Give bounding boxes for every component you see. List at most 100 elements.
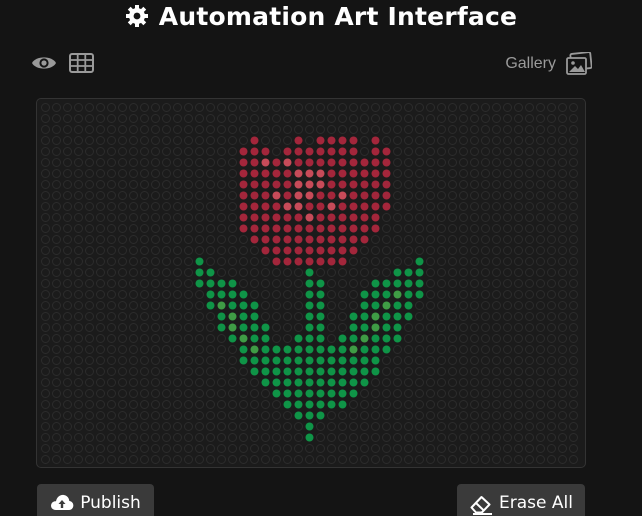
empty-dot[interactable] — [459, 147, 468, 156]
empty-dot[interactable] — [184, 158, 193, 167]
empty-dot[interactable] — [118, 257, 127, 266]
empty-dot[interactable] — [96, 301, 105, 310]
empty-dot[interactable] — [173, 400, 182, 409]
empty-dot[interactable] — [140, 136, 149, 145]
painted-dot[interactable] — [360, 180, 369, 189]
empty-dot[interactable] — [129, 378, 138, 387]
empty-dot[interactable] — [41, 444, 50, 453]
empty-dot[interactable] — [74, 246, 83, 255]
empty-dot[interactable] — [382, 114, 391, 123]
painted-dot[interactable] — [239, 301, 248, 310]
painted-dot[interactable] — [338, 224, 347, 233]
empty-dot[interactable] — [217, 125, 226, 134]
empty-dot[interactable] — [228, 136, 237, 145]
empty-dot[interactable] — [184, 246, 193, 255]
empty-dot[interactable] — [228, 422, 237, 431]
empty-dot[interactable] — [107, 136, 116, 145]
empty-dot[interactable] — [503, 290, 512, 299]
empty-dot[interactable] — [415, 345, 424, 354]
painted-dot[interactable] — [261, 147, 270, 156]
empty-dot[interactable] — [41, 422, 50, 431]
empty-dot[interactable] — [492, 356, 501, 365]
empty-dot[interactable] — [85, 158, 94, 167]
empty-dot[interactable] — [63, 400, 72, 409]
empty-dot[interactable] — [195, 114, 204, 123]
empty-dot[interactable] — [96, 356, 105, 365]
painted-dot[interactable] — [360, 301, 369, 310]
empty-dot[interactable] — [41, 180, 50, 189]
empty-dot[interactable] — [338, 279, 347, 288]
empty-dot[interactable] — [52, 125, 61, 134]
empty-dot[interactable] — [63, 125, 72, 134]
empty-dot[interactable] — [547, 246, 556, 255]
empty-dot[interactable] — [536, 235, 545, 244]
empty-dot[interactable] — [85, 224, 94, 233]
empty-dot[interactable] — [52, 103, 61, 112]
empty-dot[interactable] — [272, 334, 281, 343]
empty-dot[interactable] — [85, 411, 94, 420]
empty-dot[interactable] — [52, 444, 61, 453]
empty-dot[interactable] — [426, 312, 435, 321]
empty-dot[interactable] — [558, 180, 567, 189]
empty-dot[interactable] — [250, 125, 259, 134]
empty-dot[interactable] — [184, 213, 193, 222]
empty-dot[interactable] — [459, 235, 468, 244]
empty-dot[interactable] — [173, 378, 182, 387]
painted-dot[interactable] — [305, 356, 314, 365]
empty-dot[interactable] — [503, 103, 512, 112]
empty-dot[interactable] — [195, 356, 204, 365]
empty-dot[interactable] — [74, 169, 83, 178]
empty-dot[interactable] — [437, 312, 446, 321]
empty-dot[interactable] — [492, 158, 501, 167]
painted-dot[interactable] — [360, 202, 369, 211]
empty-dot[interactable] — [525, 257, 534, 266]
painted-dot[interactable] — [305, 224, 314, 233]
empty-dot[interactable] — [525, 235, 534, 244]
painted-dot[interactable] — [393, 301, 402, 310]
painted-dot[interactable] — [305, 345, 314, 354]
empty-dot[interactable] — [74, 411, 83, 420]
empty-dot[interactable] — [481, 147, 490, 156]
empty-dot[interactable] — [96, 323, 105, 332]
empty-dot[interactable] — [492, 235, 501, 244]
empty-dot[interactable] — [74, 213, 83, 222]
empty-dot[interactable] — [514, 202, 523, 211]
empty-dot[interactable] — [349, 411, 358, 420]
empty-dot[interactable] — [140, 455, 149, 464]
empty-dot[interactable] — [327, 290, 336, 299]
empty-dot[interactable] — [437, 213, 446, 222]
painted-dot[interactable] — [382, 202, 391, 211]
painted-dot[interactable] — [404, 301, 413, 310]
empty-dot[interactable] — [217, 411, 226, 420]
empty-dot[interactable] — [63, 323, 72, 332]
empty-dot[interactable] — [382, 444, 391, 453]
empty-dot[interactable] — [525, 323, 534, 332]
empty-dot[interactable] — [481, 103, 490, 112]
empty-dot[interactable] — [261, 114, 270, 123]
painted-dot[interactable] — [283, 367, 292, 376]
empty-dot[interactable] — [140, 169, 149, 178]
painted-dot[interactable] — [261, 345, 270, 354]
empty-dot[interactable] — [481, 290, 490, 299]
painted-dot[interactable] — [349, 202, 358, 211]
empty-dot[interactable] — [360, 136, 369, 145]
empty-dot[interactable] — [514, 257, 523, 266]
empty-dot[interactable] — [437, 356, 446, 365]
empty-dot[interactable] — [481, 257, 490, 266]
empty-dot[interactable] — [415, 224, 424, 233]
painted-dot[interactable] — [294, 224, 303, 233]
empty-dot[interactable] — [239, 400, 248, 409]
painted-dot[interactable] — [283, 235, 292, 244]
empty-dot[interactable] — [492, 180, 501, 189]
empty-dot[interactable] — [415, 334, 424, 343]
empty-dot[interactable] — [63, 257, 72, 266]
empty-dot[interactable] — [63, 268, 72, 277]
empty-dot[interactable] — [349, 290, 358, 299]
painted-dot[interactable] — [272, 224, 281, 233]
empty-dot[interactable] — [140, 378, 149, 387]
empty-dot[interactable] — [140, 323, 149, 332]
empty-dot[interactable] — [195, 422, 204, 431]
painted-dot[interactable] — [294, 191, 303, 200]
empty-dot[interactable] — [140, 356, 149, 365]
empty-dot[interactable] — [261, 312, 270, 321]
